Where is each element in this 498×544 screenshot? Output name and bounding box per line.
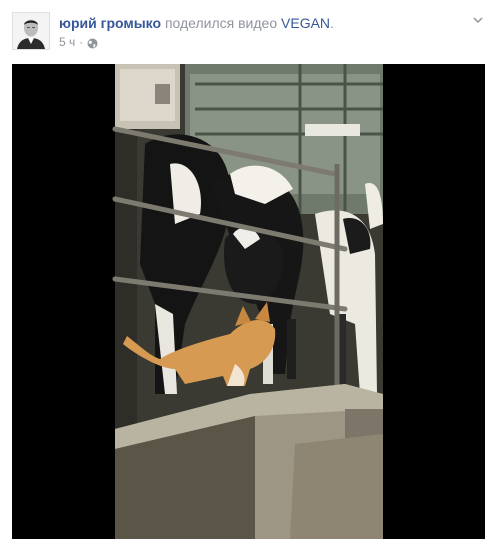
feed-post: юрий громыко поделился видео VEGAN. 5 ч … <box>0 0 498 544</box>
chevron-down-icon[interactable] <box>471 13 485 27</box>
shared-page-link[interactable]: VEGAN <box>281 15 330 31</box>
video-player[interactable] <box>12 64 485 539</box>
meta-separator: · <box>79 35 84 49</box>
globe-icon[interactable] <box>87 37 98 48</box>
post-action-text: поделился видео <box>164 15 278 31</box>
post-timestamp[interactable]: 5 ч <box>59 34 75 50</box>
header-period: . <box>330 15 334 31</box>
post-meta: 5 ч · <box>59 34 98 50</box>
post-header: юрий громыко поделился видео VEGAN. <box>59 14 459 32</box>
video-frame <box>12 64 485 539</box>
author-name[interactable]: юрий громыко <box>59 15 161 31</box>
author-avatar[interactable] <box>12 12 50 50</box>
